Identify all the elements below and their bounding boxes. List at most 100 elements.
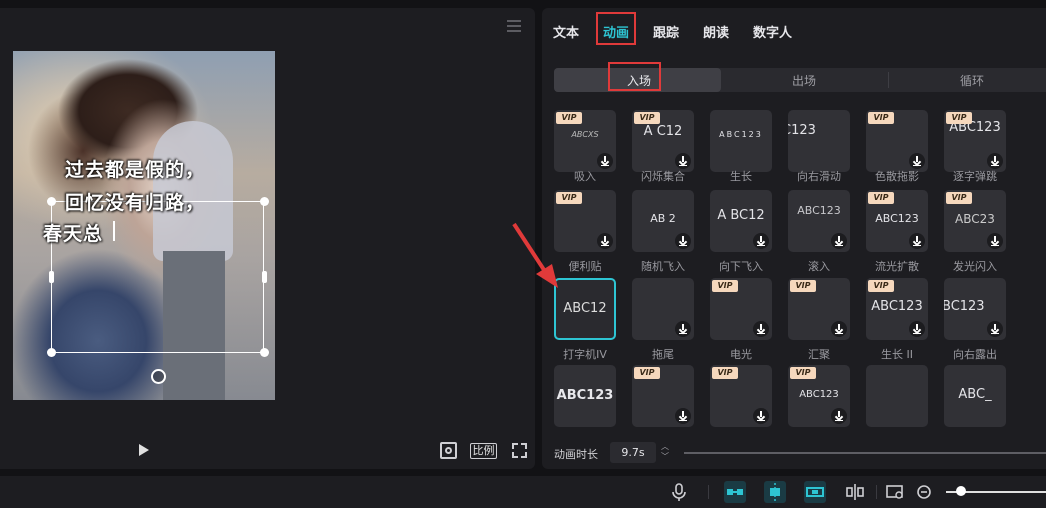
vip-badge: VIP	[946, 192, 972, 204]
split-icon[interactable]	[844, 481, 866, 503]
tab-tracking[interactable]: 跟踪	[653, 22, 679, 41]
menu-icon[interactable]	[507, 20, 521, 32]
download-icon[interactable]	[675, 233, 691, 249]
effect-label: 流光扩散	[875, 260, 919, 273]
vip-badge: VIP	[790, 367, 816, 379]
screenshot-icon[interactable]	[884, 481, 906, 503]
vip-badge: VIP	[712, 367, 738, 379]
effect-card[interactable]: VIP	[710, 365, 772, 427]
effect-preview-text: ABC123	[556, 388, 614, 403]
effect-label: 滚入	[808, 260, 830, 273]
effect-preview-text: ABC123	[797, 204, 841, 217]
effect-label: 逐字弹跳	[953, 170, 997, 183]
vip-badge: VIP	[712, 280, 738, 292]
effect-card[interactable]: C123	[788, 110, 850, 172]
resize-handle[interactable]	[262, 271, 267, 283]
effect-card[interactable]: ABC123 VIP	[788, 365, 850, 427]
resize-handle[interactable]	[49, 271, 54, 283]
download-icon[interactable]	[909, 321, 925, 337]
effect-card[interactable]: ABC123	[710, 110, 772, 172]
effect-card[interactable]: ABC_	[944, 365, 1006, 427]
download-icon[interactable]	[831, 408, 847, 424]
download-icon[interactable]	[987, 153, 1003, 169]
rotate-icon[interactable]	[151, 369, 166, 384]
download-icon[interactable]	[675, 408, 691, 424]
download-icon[interactable]	[987, 233, 1003, 249]
effect-label: 色散拖影	[875, 170, 919, 183]
vip-badge: VIP	[556, 192, 582, 204]
subtab-loop[interactable]: 循环	[960, 72, 984, 89]
effect-card[interactable]	[632, 278, 694, 340]
effect-preview-text: BC123	[944, 299, 985, 314]
download-icon[interactable]	[753, 321, 769, 337]
effect-card[interactable]: ABC123	[788, 190, 850, 252]
duration-stepper-icon[interactable]: ︿ ﹀	[658, 442, 672, 463]
download-icon[interactable]	[753, 408, 769, 424]
effect-label: 电光	[730, 348, 752, 361]
effect-label: 生长	[730, 170, 752, 183]
download-icon[interactable]	[753, 233, 769, 249]
resize-handle[interactable]	[47, 348, 56, 357]
effect-card[interactable]	[866, 365, 928, 427]
effect-card[interactable]: VIP	[866, 110, 928, 172]
duration-input[interactable]: 9.7s	[610, 442, 656, 463]
download-icon[interactable]	[831, 233, 847, 249]
play-icon[interactable]	[139, 444, 149, 456]
subtab-exit[interactable]: 出场	[792, 72, 816, 89]
effect-card[interactable]: BC123	[944, 278, 1006, 340]
effect-preview-text: A C12	[643, 124, 683, 139]
download-icon[interactable]	[675, 153, 691, 169]
effect-card[interactable]: VIP	[710, 278, 772, 340]
effect-card[interactable]: VIP	[788, 278, 850, 340]
download-icon[interactable]	[597, 233, 613, 249]
effect-label: 打字机IV	[563, 348, 607, 361]
download-icon[interactable]	[909, 153, 925, 169]
download-icon[interactable]	[831, 321, 847, 337]
annotation-arrow-icon	[512, 222, 558, 288]
effect-label: 向右露出	[953, 348, 997, 361]
tab-digital-human[interactable]: 数字人	[753, 22, 792, 41]
effect-card[interactable]: ABC123 VIP	[944, 110, 1006, 172]
effect-card[interactable]: A C12 VIP	[632, 110, 694, 172]
video-preview[interactable]: 过去都是假的， 回忆没有归路， 春天总	[13, 51, 275, 400]
fullscreen-icon[interactable]	[512, 443, 527, 458]
duration-slider[interactable]	[684, 452, 1046, 454]
effect-preview-text: AB 2	[650, 212, 676, 225]
effect-card[interactable]: A BC12	[710, 190, 772, 252]
effect-card[interactable]: ABC123 VIP	[866, 190, 928, 252]
effect-preview-text: ABC23	[955, 212, 995, 226]
effect-label: 向右滑动	[797, 170, 841, 183]
effect-card[interactable]: ABC23 VIP	[944, 190, 1006, 252]
effect-card[interactable]: AB 2	[632, 190, 694, 252]
effect-card[interactable]: ABC123	[554, 365, 616, 427]
fit-view-icon[interactable]	[440, 442, 457, 459]
zoom-slider-knob[interactable]	[956, 486, 966, 496]
segment-divider	[888, 72, 889, 88]
resize-handle[interactable]	[260, 348, 269, 357]
tab-text[interactable]: 文本	[553, 22, 579, 41]
duration-label: 动画时长	[554, 448, 598, 461]
effect-card[interactable]: VIP	[632, 365, 694, 427]
snap-icon[interactable]	[764, 481, 786, 503]
annotation-box	[596, 12, 636, 45]
download-icon[interactable]	[597, 153, 613, 169]
subtitle-line: 春天总	[43, 223, 104, 245]
zoom-out-icon[interactable]	[914, 481, 936, 503]
resize-handle[interactable]	[47, 197, 56, 206]
ratio-button[interactable]: 比例	[470, 443, 497, 459]
download-icon[interactable]	[675, 321, 691, 337]
microphone-icon[interactable]	[668, 481, 690, 503]
preview-axis-icon[interactable]	[804, 481, 826, 503]
effect-preview-text: A BC12	[717, 208, 765, 223]
download-icon[interactable]	[987, 321, 1003, 337]
effect-preview-text: ABC123	[719, 130, 763, 139]
resize-handle[interactable]	[260, 197, 269, 206]
effect-card[interactable]: ABCXS VIP	[554, 110, 616, 172]
tab-read-aloud[interactable]: 朗读	[703, 22, 729, 41]
effect-card[interactable]: ABC123 VIP	[866, 278, 928, 340]
effect-preview-text: C123	[788, 123, 816, 138]
link-clips-icon[interactable]	[724, 481, 746, 503]
effect-label: 向下飞入	[719, 260, 763, 273]
vip-badge: VIP	[868, 112, 894, 124]
download-icon[interactable]	[909, 233, 925, 249]
